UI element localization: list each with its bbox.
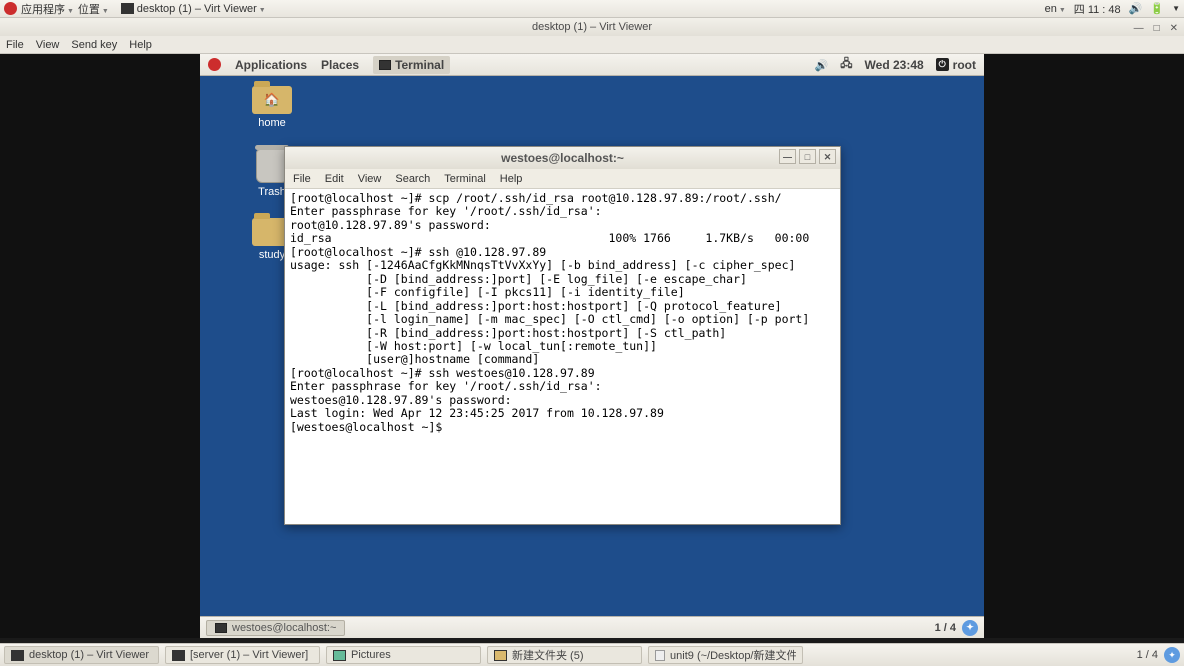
terminal-title-text: westoes@localhost:~: [501, 151, 624, 165]
host-clock: 四 11 : 48: [1074, 1, 1121, 17]
menu-help[interactable]: Help: [129, 39, 152, 51]
terminal-menubar: File Edit View Search Terminal Help: [285, 169, 840, 189]
term-maximize-button[interactable]: □: [799, 149, 816, 164]
menu-sendkey[interactable]: Send key: [71, 39, 117, 51]
guest-applications-menu[interactable]: Applications: [235, 58, 307, 72]
menu-file[interactable]: File: [6, 39, 24, 51]
guest-workspace-label: 1 / 4: [935, 622, 956, 634]
terminal-output[interactable]: [root@localhost ~]# scp /root/.ssh/id_rs…: [285, 189, 840, 524]
fedora-icon: [4, 2, 17, 15]
virt-viewer-icon: [121, 3, 134, 14]
virt-viewer-content: Applications Places Terminal Wed 23:48: [0, 54, 1184, 638]
gedit-icon: [655, 650, 665, 661]
terminal-icon: [379, 60, 391, 70]
host-workspace-icon[interactable]: ✦: [1164, 647, 1180, 663]
terminal-titlebar[interactable]: westoes@localhost:~ — □ ✕: [285, 147, 840, 169]
user-menu[interactable]: root: [936, 58, 976, 72]
guest-clock[interactable]: Wed 23:48: [865, 58, 924, 72]
rhel-icon: [208, 58, 221, 71]
network-icon[interactable]: [840, 55, 852, 74]
host-workspace: desktop (1) – Virt Viewer — □ ✕ File Vie…: [0, 18, 1184, 643]
host-workspace-label: 1 / 4: [1137, 649, 1158, 661]
host-window-task[interactable]: desktop (1) – Virt Viewer: [121, 3, 266, 15]
guest-places-menu[interactable]: Places: [321, 58, 359, 72]
term-menu-terminal[interactable]: Terminal: [444, 173, 486, 185]
power-icon: [936, 58, 949, 71]
virt-viewer-titlebar[interactable]: desktop (1) – Virt Viewer — □ ✕: [0, 18, 1184, 36]
volume-icon[interactable]: 🔊: [1129, 2, 1143, 15]
left-letterbox: [0, 54, 200, 638]
virt-viewer-window: desktop (1) – Virt Viewer — □ ✕ File Vie…: [0, 18, 1184, 638]
host-task-server-virt[interactable]: [server (1) – Virt Viewer]: [165, 646, 320, 664]
speaker-icon[interactable]: [815, 58, 829, 72]
term-menu-search[interactable]: Search: [395, 173, 430, 185]
active-app-terminal[interactable]: Terminal: [373, 56, 450, 74]
terminal-window[interactable]: westoes@localhost:~ — □ ✕ File Edit View…: [284, 146, 841, 525]
workspace-switcher-icon[interactable]: ✦: [962, 620, 978, 636]
guest-top-panel: Applications Places Terminal Wed 23:48: [200, 54, 984, 76]
minimize-button[interactable]: —: [1134, 20, 1144, 38]
panel-dropdown[interactable]: ▼: [1172, 4, 1180, 13]
term-menu-edit[interactable]: Edit: [325, 173, 344, 185]
guest-bottom-panel: westoes@localhost:~ 1 / 4 ✦: [200, 616, 984, 638]
guest-desktop[interactable]: Applications Places Terminal Wed 23:48: [200, 54, 984, 638]
virt-viewer-menubar: File View Send key Help: [0, 36, 1184, 54]
virt-viewer-icon: [11, 650, 24, 661]
folder-icon: [494, 650, 507, 661]
host-bottom-panel: desktop (1) – Virt Viewer [server (1) – …: [0, 643, 1184, 666]
virt-viewer-icon: [172, 650, 185, 661]
battery-icon[interactable]: 🔋: [1150, 2, 1164, 15]
close-button[interactable]: ✕: [1170, 20, 1178, 38]
desktop-icon-home[interactable]: home: [242, 86, 302, 129]
right-letterbox: [984, 54, 1184, 638]
host-lang-indicator[interactable]: en: [1045, 3, 1066, 15]
maximize-button[interactable]: □: [1154, 20, 1160, 38]
virt-viewer-title: desktop (1) – Virt Viewer: [532, 21, 652, 33]
host-applications-menu[interactable]: 应用程序: [21, 1, 74, 17]
term-menu-help[interactable]: Help: [500, 173, 523, 185]
home-folder-icon: [252, 86, 292, 114]
host-top-panel: 应用程序 位置 desktop (1) – Virt Viewer en 四 1…: [0, 0, 1184, 18]
term-menu-file[interactable]: File: [293, 173, 311, 185]
host-task-desktop-virt[interactable]: desktop (1) – Virt Viewer: [4, 646, 159, 664]
host-places-menu[interactable]: 位置: [78, 1, 109, 17]
host-task-pictures[interactable]: Pictures: [326, 646, 481, 664]
host-task-unit9[interactable]: unit9 (~/Desktop/新建文件夹 (5)) …: [648, 646, 803, 664]
terminal-icon: [215, 623, 227, 633]
menu-view[interactable]: View: [36, 39, 60, 51]
host-task-folder5[interactable]: 新建文件夹 (5): [487, 646, 642, 664]
term-close-button[interactable]: ✕: [819, 149, 836, 164]
term-minimize-button[interactable]: —: [779, 149, 796, 164]
guest-task-terminal[interactable]: westoes@localhost:~: [206, 620, 345, 636]
pictures-folder-icon: [333, 650, 346, 661]
term-menu-view[interactable]: View: [358, 173, 382, 185]
